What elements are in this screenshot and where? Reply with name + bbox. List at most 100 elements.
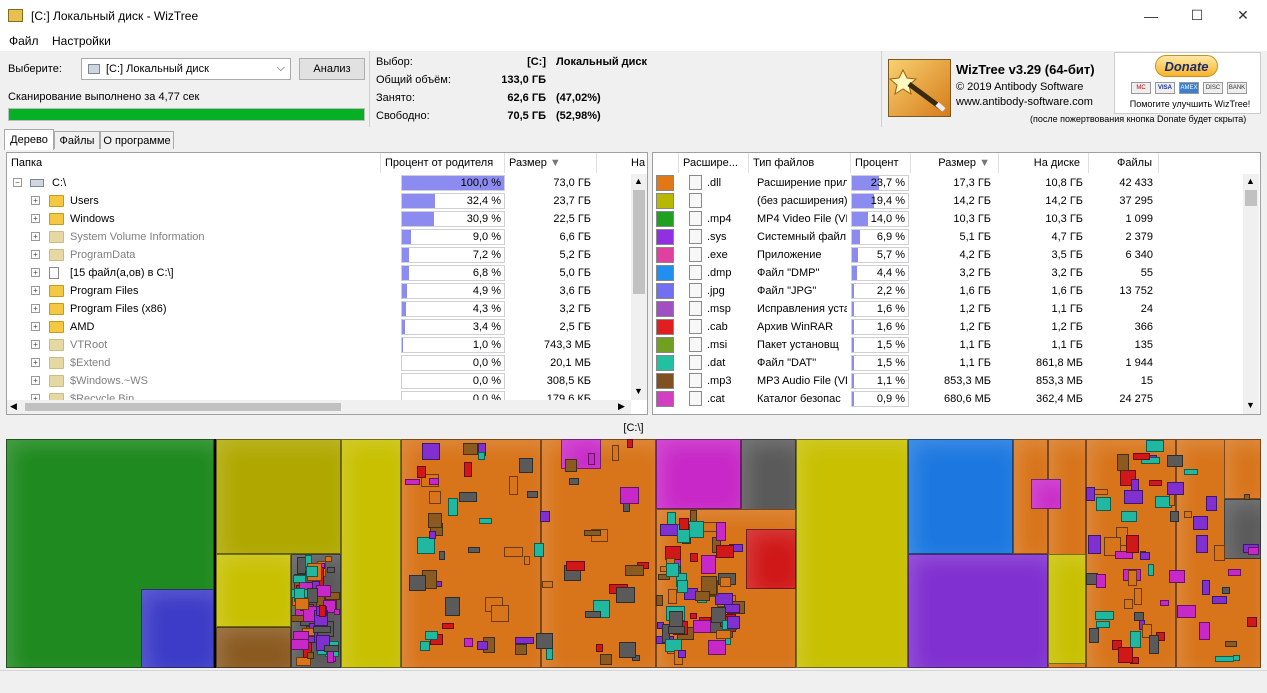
treemap-tile[interactable] bbox=[439, 551, 445, 560]
treemap-tile[interactable] bbox=[316, 585, 331, 597]
filetype-row[interactable]: .mp3 MP3 Audio File (VL 1,1 % 853,3 МБ 8… bbox=[653, 372, 1243, 390]
treemap-tile[interactable] bbox=[478, 452, 485, 460]
scroll-left-icon[interactable]: ◀ bbox=[10, 401, 17, 412]
donate-button[interactable]: Donate bbox=[1155, 55, 1218, 77]
treemap-tile[interactable] bbox=[459, 492, 477, 502]
treemap-block[interactable] bbox=[656, 439, 741, 509]
treemap-tile[interactable] bbox=[491, 605, 509, 622]
tree-row[interactable]: + Windows 30,9 % 22,5 ГБ bbox=[7, 210, 631, 228]
treemap-tile[interactable] bbox=[1089, 628, 1099, 643]
expand-toggle-icon[interactable]: + bbox=[31, 304, 40, 313]
treemap-tile[interactable] bbox=[1199, 622, 1210, 640]
minimize-button[interactable]: — bbox=[1128, 0, 1174, 31]
treemap-tile[interactable] bbox=[1225, 641, 1237, 647]
tree-row[interactable]: + Users 32,4 % 23,7 ГБ bbox=[7, 192, 631, 210]
treemap-tile[interactable] bbox=[527, 491, 538, 498]
treemap-block[interactable] bbox=[541, 439, 656, 668]
disk-treemap[interactable] bbox=[6, 439, 1261, 668]
treemap-block[interactable] bbox=[796, 439, 908, 668]
menu-file[interactable]: Файл bbox=[9, 34, 39, 48]
treemap-tile[interactable] bbox=[695, 591, 710, 601]
treemap-tile[interactable] bbox=[678, 650, 686, 658]
treemap-tile[interactable] bbox=[293, 575, 306, 583]
treemap-tile[interactable] bbox=[1086, 487, 1095, 501]
tree-vertical-scrollbar[interactable]: ▲ ▼ bbox=[631, 174, 647, 400]
col-header-color[interactable] bbox=[653, 153, 679, 173]
treemap-tile[interactable] bbox=[625, 565, 644, 576]
drive-select[interactable]: [C:] Локальный диск ⌵ bbox=[81, 58, 291, 80]
tree-row[interactable]: + VTRoot 1,0 % 743,3 МБ bbox=[7, 336, 631, 354]
treemap-tile[interactable] bbox=[1184, 469, 1198, 475]
treemap-tile[interactable] bbox=[679, 518, 689, 530]
treemap-tile[interactable] bbox=[716, 630, 731, 639]
col-header-ondisk[interactable]: На диске bbox=[999, 153, 1089, 173]
treemap-block[interactable] bbox=[908, 439, 1013, 554]
expand-toggle-icon[interactable]: − bbox=[13, 178, 22, 187]
treemap-tile[interactable] bbox=[319, 605, 326, 617]
treemap-tile[interactable] bbox=[334, 609, 340, 615]
treemap-tile[interactable] bbox=[1146, 440, 1164, 452]
treemap-tile[interactable] bbox=[1184, 511, 1192, 518]
tree-row[interactable]: + AMD 3,4 % 2,5 ГБ bbox=[7, 318, 631, 336]
treemap-tile[interactable] bbox=[724, 604, 740, 613]
treemap-tile[interactable] bbox=[515, 637, 534, 644]
treemap-block[interactable] bbox=[216, 627, 291, 668]
tree-row[interactable]: + $Recycle.Bin 0,0 % 179,6 КБ bbox=[7, 390, 631, 400]
expand-toggle-icon[interactable]: + bbox=[31, 214, 40, 223]
treemap-tile[interactable] bbox=[1118, 647, 1133, 663]
treemap-tile[interactable] bbox=[660, 524, 678, 536]
treemap-tile[interactable] bbox=[1095, 611, 1114, 620]
treemap-tile[interactable] bbox=[540, 511, 550, 522]
tree-row[interactable]: − C:\ 100,0 % 73,0 ГБ bbox=[7, 174, 631, 192]
expand-toggle-icon[interactable]: + bbox=[31, 196, 40, 205]
filetype-row[interactable]: .exe Приложение 5,7 % 4,2 ГБ 3,5 ГБ 6 34… bbox=[653, 246, 1243, 264]
treemap-tile[interactable] bbox=[1169, 570, 1185, 583]
treemap-tile[interactable] bbox=[1088, 535, 1101, 554]
tree-row[interactable]: + ProgramData 7,2 % 5,2 ГБ bbox=[7, 246, 631, 264]
filetype-row[interactable]: .mp4 MP4 Video File (VL 14,0 % 10,3 ГБ 1… bbox=[653, 210, 1243, 228]
treemap-tile[interactable] bbox=[1160, 600, 1169, 606]
filetype-row[interactable]: .cab Архив WinRAR 1,6 % 1,2 ГБ 1,2 ГБ 36… bbox=[653, 318, 1243, 336]
treemap-tile[interactable] bbox=[463, 443, 478, 455]
treemap-tile[interactable] bbox=[1096, 574, 1106, 588]
menu-settings[interactable]: Настройки bbox=[52, 34, 111, 48]
treemap-tile[interactable] bbox=[291, 639, 309, 650]
col-header-ext-percent[interactable]: Процент bbox=[851, 153, 911, 173]
treemap-tile[interactable] bbox=[716, 545, 734, 558]
treemap-tile[interactable] bbox=[429, 531, 436, 539]
treemap-block[interactable] bbox=[216, 439, 341, 554]
treemap-tile[interactable] bbox=[703, 522, 717, 532]
treemap-tile[interactable] bbox=[1244, 494, 1250, 500]
treemap-tile[interactable] bbox=[1149, 480, 1162, 486]
expand-toggle-icon[interactable]: + bbox=[31, 358, 40, 367]
treemap-tile[interactable] bbox=[409, 575, 426, 591]
scroll-thumb[interactable] bbox=[633, 190, 645, 294]
treemap-tile[interactable] bbox=[627, 439, 633, 448]
treemap-tile[interactable] bbox=[477, 641, 488, 650]
treemap-tile[interactable] bbox=[584, 530, 601, 536]
treemap-tile[interactable] bbox=[1222, 587, 1230, 594]
expand-toggle-icon[interactable]: + bbox=[31, 250, 40, 259]
expand-toggle-icon[interactable]: + bbox=[31, 376, 40, 385]
expand-toggle-icon[interactable]: + bbox=[31, 286, 40, 295]
treemap-tile[interactable] bbox=[1233, 655, 1240, 661]
col-header-percent[interactable]: Процент от родителя bbox=[381, 153, 505, 173]
tree-row[interactable]: + $Extend 0,0 % 20,1 МБ bbox=[7, 354, 631, 372]
col-header-filetype[interactable]: Тип файлов bbox=[749, 153, 851, 173]
tree-row[interactable]: + $Windows.~WS 0,0 % 308,5 КБ bbox=[7, 372, 631, 390]
treemap-tile[interactable] bbox=[566, 561, 585, 571]
treemap-tile[interactable] bbox=[1131, 479, 1139, 491]
treemap-tile[interactable] bbox=[1128, 570, 1137, 586]
treemap-tile[interactable] bbox=[677, 580, 688, 593]
expand-toggle-icon[interactable]: + bbox=[31, 232, 40, 241]
treemap-block[interactable] bbox=[1031, 479, 1061, 509]
expand-toggle-icon[interactable]: + bbox=[31, 268, 40, 277]
treemap-tile[interactable] bbox=[448, 498, 458, 516]
treemap-tile[interactable] bbox=[1133, 453, 1150, 460]
tree-horizontal-scrollbar[interactable]: ◀ ▶ bbox=[7, 400, 631, 414]
tab-tree[interactable]: Дерево bbox=[4, 129, 54, 150]
treemap-tile[interactable] bbox=[1121, 511, 1137, 522]
treemap-block[interactable] bbox=[1224, 439, 1261, 499]
col-header-ext-size[interactable]: Размер ▼ bbox=[911, 153, 999, 173]
filetype-row[interactable]: .msp Исправления уста 1,6 % 1,2 ГБ 1,1 Г… bbox=[653, 300, 1243, 318]
